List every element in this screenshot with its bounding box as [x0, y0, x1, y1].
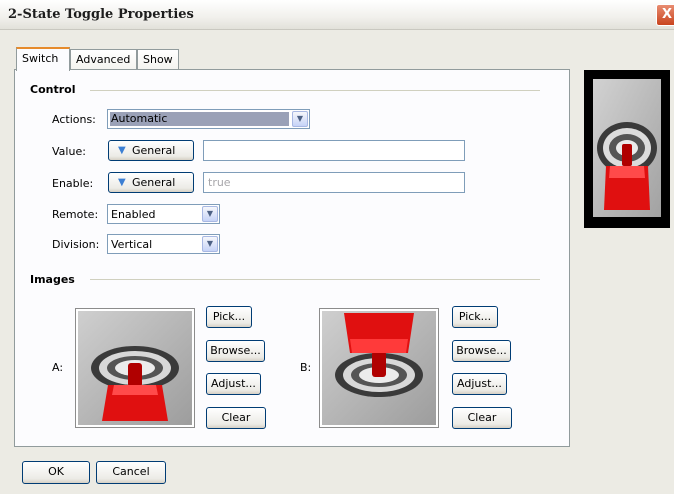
chevron-down-icon: ▼	[202, 206, 218, 222]
images-divider	[90, 279, 540, 280]
tab-switch[interactable]: Switch	[16, 47, 70, 71]
image-b-label: B:	[300, 361, 312, 374]
enable-mode-label: General	[132, 176, 176, 189]
tab-show[interactable]: Show	[137, 49, 179, 70]
image-b-browse-button[interactable]: Browse...	[452, 340, 511, 362]
toggle-live-preview	[584, 70, 670, 228]
window-title: 2-State Toggle Properties	[8, 7, 194, 22]
remote-label: Remote:	[52, 208, 99, 221]
ok-button[interactable]: OK	[22, 461, 90, 484]
value-mode-label: General	[132, 144, 176, 157]
image-b-pick-button[interactable]: Pick...	[452, 306, 498, 328]
image-a-adjust-button[interactable]: Adjust...	[206, 373, 261, 395]
chevron-down-icon: ▼	[292, 111, 308, 127]
actions-value: Automatic	[110, 112, 289, 126]
title-bar[interactable]: 2-State Toggle Properties X	[0, 0, 674, 30]
close-icon: X	[661, 7, 673, 22]
actions-label: Actions:	[52, 113, 96, 126]
enable-input[interactable]: true	[203, 172, 465, 193]
triangle-down-icon: ▼	[118, 145, 126, 156]
triangle-down-icon: ▼	[118, 177, 126, 188]
value-input[interactable]	[203, 140, 465, 161]
division-label: Division:	[52, 238, 100, 251]
toggle-up-image	[322, 311, 436, 425]
image-b-clear-button[interactable]: Clear	[452, 407, 512, 429]
chevron-down-icon: ▼	[202, 236, 218, 252]
value-label: Value:	[52, 145, 86, 158]
toggle-preview-image	[593, 79, 661, 217]
image-a-browse-button[interactable]: Browse...	[206, 340, 265, 362]
tab-advanced[interactable]: Advanced	[70, 49, 137, 70]
dialog-window: 2-State Toggle Properties X Switch Advan…	[0, 0, 674, 494]
close-button[interactable]: X	[656, 4, 674, 26]
image-b-adjust-button[interactable]: Adjust...	[452, 373, 507, 395]
toggle-down-image	[78, 311, 192, 425]
remote-value: Enabled	[111, 208, 156, 221]
value-mode-button[interactable]: ▼ General	[108, 140, 194, 161]
cancel-button[interactable]: Cancel	[96, 461, 166, 484]
control-divider	[90, 90, 540, 91]
image-a-pick-button[interactable]: Pick...	[206, 306, 252, 328]
actions-select[interactable]: Automatic ▼	[107, 109, 310, 129]
division-select[interactable]: Vertical ▼	[107, 234, 220, 254]
division-value: Vertical	[111, 238, 153, 251]
image-a-label: A:	[52, 361, 64, 374]
image-a-preview[interactable]	[75, 308, 195, 428]
remote-select[interactable]: Enabled ▼	[107, 204, 220, 224]
image-a-clear-button[interactable]: Clear	[206, 407, 266, 429]
control-section-title: Control	[30, 83, 82, 96]
images-section-title: Images	[30, 273, 81, 286]
enable-mode-button[interactable]: ▼ General	[108, 172, 194, 193]
image-b-preview[interactable]	[319, 308, 439, 428]
enable-label: Enable:	[52, 177, 94, 190]
